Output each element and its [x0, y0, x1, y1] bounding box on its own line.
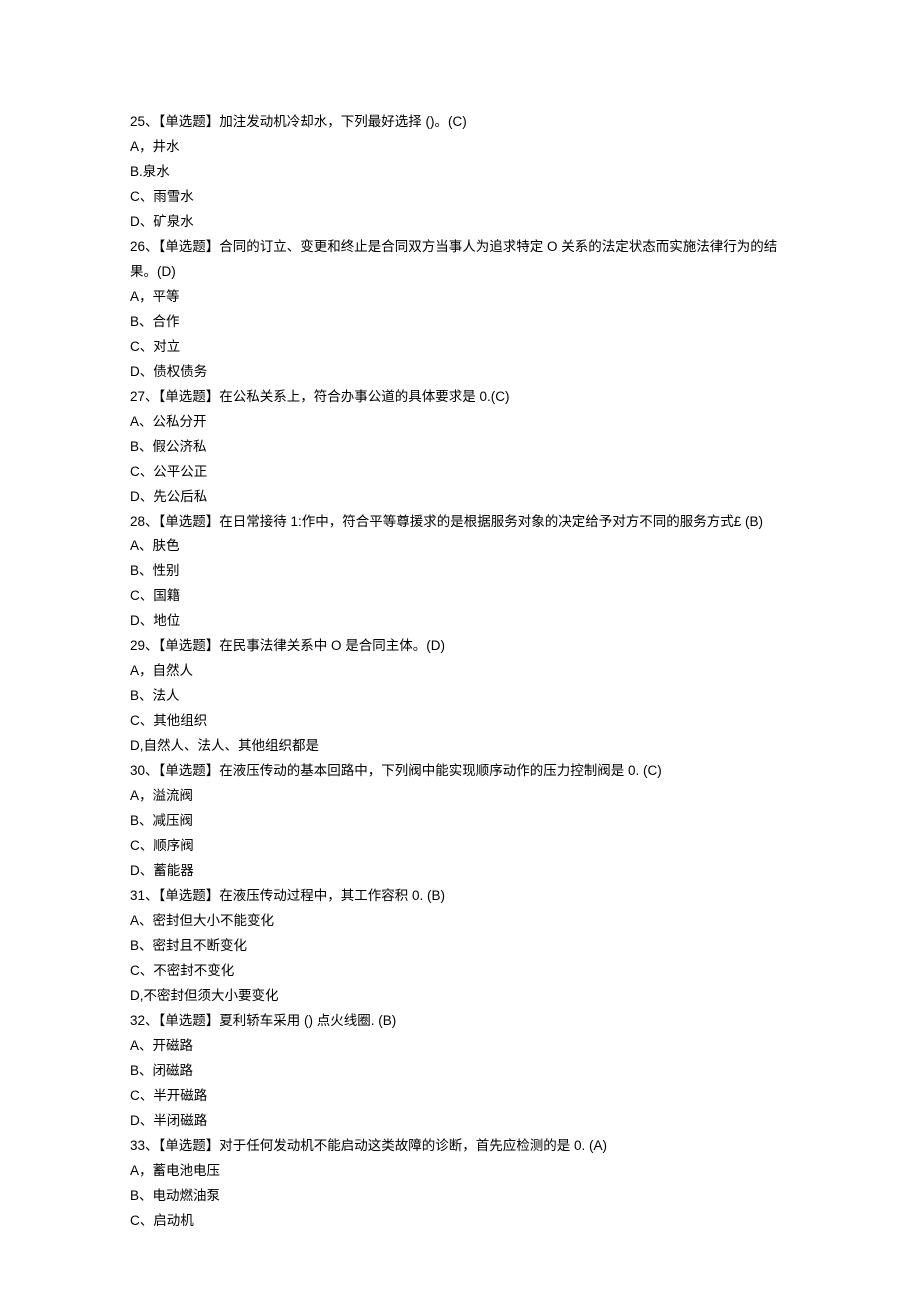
question-option: A、密封但大小不能变化 — [130, 909, 790, 934]
question-option: C、对立 — [130, 335, 790, 360]
question-option: B、假公济私 — [130, 435, 790, 460]
question-option: B、性别 — [130, 559, 790, 584]
question-option: C、公平公正 — [130, 460, 790, 485]
question-stem: 32、【单选题】夏利轿车采用 () 点火线圈. (B) — [130, 1009, 790, 1034]
question-option: B、减压阀 — [130, 809, 790, 834]
question-option: A，平等 — [130, 285, 790, 310]
question-option: C、雨雪水 — [130, 185, 790, 210]
question-option: C、启动机 — [130, 1209, 790, 1234]
question-option: D、债权债务 — [130, 360, 790, 385]
question-option: C、半开磁路 — [130, 1084, 790, 1109]
document-page: 25、【单选题】加注发动机冷却水，下列最好选择 ()。(C)A，井水B.泉水C、… — [0, 0, 920, 1294]
question-option: A、公私分开 — [130, 410, 790, 435]
question-option: A、开磁路 — [130, 1034, 790, 1059]
question-stem: 25、【单选题】加注发动机冷却水，下列最好选择 ()。(C) — [130, 110, 790, 135]
question-stem: 29、【单选题】在民事法律关系中 O 是合同主体。(D) — [130, 634, 790, 659]
question-option: D,不密封但须大小要变化 — [130, 984, 790, 1009]
question-option: D、蓄能器 — [130, 859, 790, 884]
question-option: A，井水 — [130, 135, 790, 160]
question-option: D、地位 — [130, 609, 790, 634]
question-option: D、矿泉水 — [130, 210, 790, 235]
question-stem: 26、【单选题】合同的订立、变更和终止是合同双方当事人为追求特定 O 关系的法定… — [130, 235, 790, 285]
questions-container: 25、【单选题】加注发动机冷却水，下列最好选择 ()。(C)A，井水B.泉水C、… — [130, 110, 790, 1234]
question-option: B、闭磁路 — [130, 1059, 790, 1084]
question-stem: 30、【单选题】在液压传动的基本回路中，下列阀中能实现顺序动作的压力控制阀是 0… — [130, 759, 790, 784]
question-option: B、电动燃油泵 — [130, 1184, 790, 1209]
question-option: B、密封且不断变化 — [130, 934, 790, 959]
question-option: B、法人 — [130, 684, 790, 709]
question-option: D,自然人、法人、其他组织都是 — [130, 734, 790, 759]
question-option: D、先公后私 — [130, 485, 790, 510]
question-option: C、国籍 — [130, 584, 790, 609]
question-option: A，蓄电池电压 — [130, 1159, 790, 1184]
question-stem: 28、【单选题】在日常接待 1:作中，符合平等尊援求的是根据服务对象的决定给予对… — [130, 510, 790, 535]
question-stem: 27、【单选题】在公私关系上，符合办事公道的具体要求是 0.(C) — [130, 385, 790, 410]
question-option: C、其他组织 — [130, 709, 790, 734]
question-option: A，溢流阀 — [130, 784, 790, 809]
question-option: B、合作 — [130, 310, 790, 335]
question-option: A、肤色 — [130, 534, 790, 559]
question-stem: 31、【单选题】在液压传动过程中，其工作容积 0. (B) — [130, 884, 790, 909]
question-option: C、顺序阀 — [130, 834, 790, 859]
question-option: D、半闭磁路 — [130, 1109, 790, 1134]
question-stem: 33、【单选题】对于任何发动机不能启动这类故障的诊断，首先应检测的是 0. (A… — [130, 1134, 790, 1159]
question-option: C、不密封不变化 — [130, 959, 790, 984]
question-option: B.泉水 — [130, 160, 790, 185]
question-option: A，自然人 — [130, 659, 790, 684]
